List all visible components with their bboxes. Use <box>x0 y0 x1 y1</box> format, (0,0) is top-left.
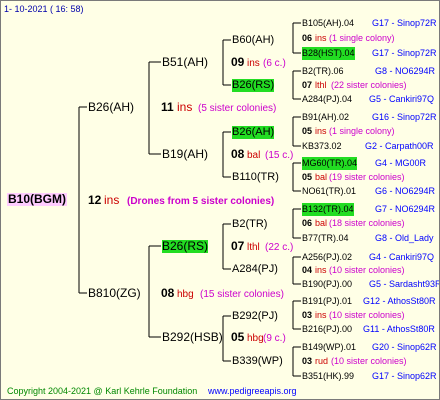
g4-lower-code: G5 - Sardasht93R <box>369 279 440 289</box>
mfm-name[interactable]: A284(PJ) <box>232 263 278 276</box>
g4-upper-code: G4 - MG00R <box>375 158 427 168</box>
mf-name[interactable]: B26(RS) <box>162 240 209 253</box>
g4-lower-name[interactable]: B28(HST).04 <box>302 47 355 60</box>
g4-lower-code: G11 - AthosSt80R <box>363 324 435 334</box>
g4-year: 05 <box>302 172 313 182</box>
g4-upper-code: G7 - NO6294R <box>375 204 436 214</box>
g4-upper-name[interactable]: B91(AH).02 <box>302 111 349 124</box>
g4-note: (19 sister colonies) <box>329 172 405 182</box>
g4-suffix: ins <box>315 310 327 320</box>
g4-upper-code: G12 - AthosSt80R <box>363 296 436 306</box>
g4-upper-name[interactable]: A256(PJ).02 <box>302 251 352 264</box>
g4-suffix: ins <box>315 33 327 43</box>
g4-upper-name[interactable]: MG60(TR).04 <box>302 157 358 170</box>
g4-suffix: bal <box>315 218 328 228</box>
g4-upper-code: G17 - Sinop72R <box>372 18 437 28</box>
g4-lower-code: G6 - NO6294R <box>375 186 436 196</box>
g4-suffix: lthl <box>315 80 327 90</box>
fm-note: (15 c.) <box>265 150 294 161</box>
g4-lower-code: G5 - Cankiri97Q <box>369 94 435 104</box>
mm-note: (9 c.) <box>263 333 286 344</box>
g4-lower-name[interactable]: B351(HK).99 <box>302 370 354 383</box>
g4-lower-name[interactable]: KB373.02 <box>302 140 342 153</box>
fm-name[interactable]: B19(AH) <box>162 148 208 161</box>
mf-suffix: lthl <box>247 242 260 253</box>
g4-upper-name[interactable]: B105(AH).04 <box>302 17 354 30</box>
mm-year: 05 <box>231 330 245 344</box>
father-year: 11 <box>161 100 174 114</box>
mm-name[interactable]: B292(HSB) <box>162 331 223 344</box>
fmm-name[interactable]: B110(TR) <box>232 171 279 184</box>
g4-note: (1 single colony) <box>329 126 395 136</box>
g4-year: 03 <box>302 356 313 366</box>
g4-note: (10 sister colonies) <box>329 265 405 275</box>
g4-year: 03 <box>302 310 313 320</box>
mf-note: (22 c.) <box>265 242 294 253</box>
g4-lower-code: G17 - Sinop72R <box>372 48 437 58</box>
g4-note: (1 single colony) <box>329 33 395 43</box>
g4-year: 06 <box>302 218 313 228</box>
father-suffix: ins <box>177 100 193 114</box>
mmm-name[interactable]: B339(WP) <box>232 355 283 368</box>
mff-name[interactable]: B2(TR) <box>232 218 267 231</box>
g4-upper-name[interactable]: B149(WP).01 <box>302 341 356 354</box>
g4-lower-code: G8 - Old_Lady <box>375 233 434 243</box>
fm-year: 08 <box>231 147 245 161</box>
g4-lower-name[interactable]: B190(PJ).00 <box>302 278 352 291</box>
ff-name[interactable]: B51(AH) <box>162 56 208 69</box>
g4-upper-code: G4 - Cankiri97Q <box>369 252 435 262</box>
mmf-name[interactable]: B292(PJ) <box>232 310 278 323</box>
g4-note: (18 sister colonies) <box>329 218 405 228</box>
mother-name[interactable]: B810(ZG) <box>88 287 141 300</box>
g4-lower-name[interactable]: NO61(TR).01 <box>302 185 356 198</box>
mf-year: 07 <box>231 239 245 253</box>
g4-note: (10 sister colonies) <box>331 356 407 366</box>
mother-year: 08 <box>161 286 175 300</box>
g4-suffix: ins <box>315 126 327 136</box>
g4-lower-name[interactable]: A284(PJ).04 <box>302 93 352 106</box>
father-note: (5 sister colonies) <box>198 103 277 114</box>
ffm-name[interactable]: B26(RS) <box>232 79 275 92</box>
mm-suffix: hbg <box>247 333 264 344</box>
root-note: (Drones from 5 sister colonies) <box>127 196 275 207</box>
g4-suffix: bal <box>315 172 328 182</box>
g4-year: 06 <box>302 33 313 43</box>
fmf-name[interactable]: B26(AH) <box>232 126 275 139</box>
g4-upper-code: G16 - Sinop72R <box>372 112 437 122</box>
g4-year: 07 <box>302 80 313 90</box>
root-queen-name[interactable]: B10(BGM) <box>7 193 68 206</box>
g4-suffix: rud <box>315 356 329 366</box>
g4-note: (10 sister colonies) <box>329 310 405 320</box>
g4-upper-name[interactable]: B191(PJ).01 <box>302 295 352 308</box>
g4-upper-code: G8 - NO6294R <box>375 66 436 76</box>
ff-suffix: ins <box>247 58 260 69</box>
root-suffix: ins <box>104 193 120 207</box>
root-year: 12 <box>88 193 102 207</box>
g4-lower-code: G17 - Sinop62R <box>372 371 437 381</box>
fm-suffix: bal <box>247 150 261 161</box>
g4-lower-name[interactable]: B77(TR).04 <box>302 232 349 245</box>
g4-upper-code: G20 - Sinop62R <box>372 342 437 352</box>
ff-year: 09 <box>231 55 245 69</box>
footer-site-link[interactable]: www.pedigreeapis.org <box>208 385 297 398</box>
g4-year: 04 <box>302 265 313 275</box>
print-date: 1- 10-2021 ( 16: 58) <box>4 4 84 14</box>
g4-lower-code: G2 - Carpath00R <box>365 141 434 151</box>
g4-year: 05 <box>302 126 313 136</box>
fff-name[interactable]: B60(AH) <box>232 34 274 47</box>
g4-suffix: ins <box>315 265 327 275</box>
mother-suffix: hbg <box>177 289 194 300</box>
pedigree-frame: 1- 10-2021 ( 16: 58) B10(BGM) 12 ins (Dr… <box>0 0 440 400</box>
g4-upper-name[interactable]: B2(TR).06 <box>302 65 344 78</box>
g4-note: (22 sister colonies) <box>331 80 407 90</box>
footer-copyright: Copyright 2004-2021 @ Karl Kehrle Founda… <box>7 386 198 396</box>
ff-note: (6 c.) <box>263 58 286 69</box>
father-name[interactable]: B26(AH) <box>88 101 134 114</box>
mother-note: (15 sister colonies) <box>200 289 284 300</box>
g4-lower-name[interactable]: B216(PJ).00 <box>302 323 352 336</box>
g4-upper-name[interactable]: B132(TR).04 <box>302 203 354 216</box>
